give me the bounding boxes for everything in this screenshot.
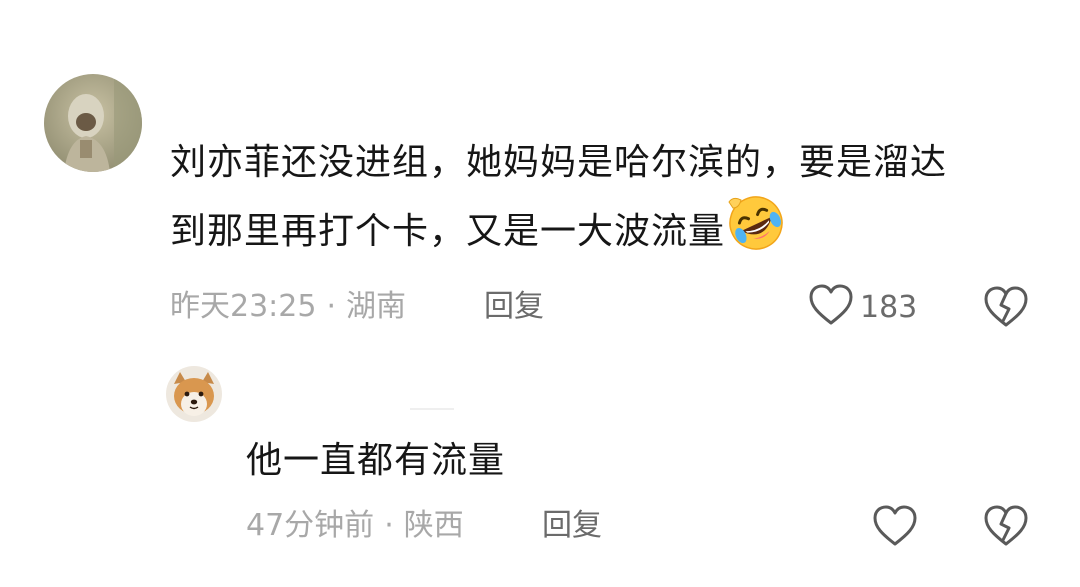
- reply-time: 47分钟前: [246, 508, 375, 543]
- reply-location: 陕西: [403, 508, 464, 543]
- comment-like-count: 183: [860, 289, 918, 325]
- reply-reply-button[interactable]: 回复: [542, 506, 602, 546]
- reply-like-button[interactable]: [872, 504, 918, 552]
- broken-heart-icon: [983, 286, 1029, 333]
- comment-like-button[interactable]: 183: [808, 283, 917, 331]
- comment-meta: 昨天23:25 · 湖南: [170, 287, 406, 327]
- broken-heart-icon: [983, 505, 1029, 552]
- rolling-on-floor-laughing-emoji: [727, 194, 785, 272]
- comment-thread: 刘亦菲还没进组，她妈妈是哈尔滨的，要是溜达 到那里再打个卡，又是一大波流量 昨天…: [0, 0, 1080, 587]
- replier-avatar[interactable]: [166, 366, 222, 422]
- commenter-avatar[interactable]: [44, 74, 142, 172]
- comment-text-line-1: 刘亦菲还没进组，她妈妈是哈尔滨的，要是溜达: [170, 142, 948, 183]
- divider: [410, 408, 454, 410]
- meta-separator: ·: [326, 289, 337, 324]
- comment-text: 刘亦菲还没进组，她妈妈是哈尔滨的，要是溜达 到那里再打个卡，又是一大波流量: [170, 132, 1050, 272]
- comment-dislike-button[interactable]: [983, 285, 1029, 333]
- comment-reply-button[interactable]: 回复: [484, 287, 544, 327]
- reply-meta: 47分钟前 · 陕西: [246, 506, 464, 546]
- reply-dislike-button[interactable]: [983, 504, 1029, 552]
- heart-outline-icon: [872, 505, 918, 552]
- comment-text-line-2: 到那里再打个卡，又是一大波流量: [170, 194, 1050, 272]
- meta-separator: ·: [384, 508, 394, 543]
- reply-text: 他一直都有流量: [246, 440, 506, 481]
- heart-outline-icon: [808, 283, 854, 331]
- comment-location: 湖南: [346, 289, 407, 324]
- comment-time: 昨天23:25: [170, 289, 317, 324]
- comment-text-line-2-text: 到那里再打个卡，又是一大波流量: [170, 211, 726, 252]
